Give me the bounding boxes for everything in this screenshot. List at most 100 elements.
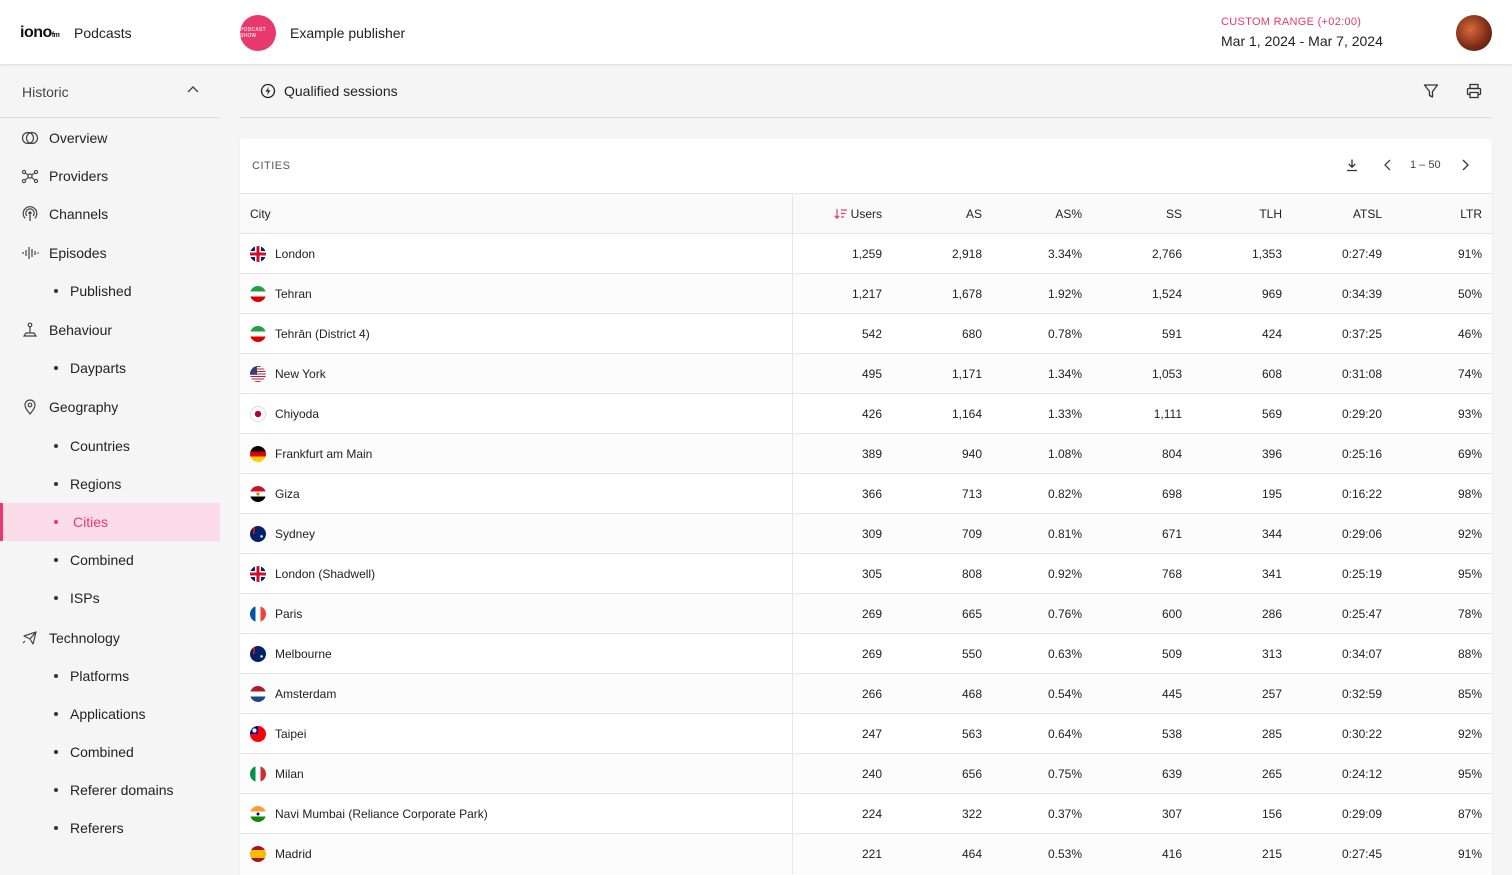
table-row[interactable]: Navi Mumbai (Reliance Corporate Park) 224… (240, 793, 1492, 834)
sidebar-item-cities[interactable]: Cities (0, 503, 220, 541)
sidebar-item-combined[interactable]: Combined (0, 733, 220, 771)
table-cell-ltr: 92% (1392, 513, 1492, 554)
table-cell-atsl: 0:29:20 (1292, 393, 1392, 434)
sidebar-item-geography[interactable]: Geography (0, 388, 220, 426)
city-name[interactable]: New York (275, 367, 326, 381)
cell-value: 69% (1457, 446, 1482, 461)
filter-icon[interactable] (1422, 82, 1440, 100)
chevron-right-icon[interactable] (1457, 157, 1473, 173)
table-row[interactable]: Tehrān (District 4) 542 680 0.78% 591 424 0:37… (240, 313, 1492, 354)
table-cell-as-pct: 0.82% (992, 473, 1092, 514)
sidebar-item-behaviour[interactable]: Behaviour (0, 311, 220, 349)
download-icon[interactable] (1344, 157, 1360, 173)
chevron-left-icon[interactable] (1380, 157, 1396, 173)
chevron-up-icon[interactable] (186, 83, 200, 97)
sidebar-item-providers[interactable]: Providers (0, 157, 220, 195)
table-row[interactable]: Melbourne 269 550 0.63% 509 313 0:34:07 88% (240, 633, 1492, 674)
table-row[interactable]: Frankfurt am Main 389 940 1.08% 804 396 0:25:1… (240, 433, 1492, 474)
column-header-ltr[interactable]: LTR (1392, 193, 1492, 234)
print-icon[interactable] (1465, 82, 1483, 100)
column-header-ss[interactable]: SS (1092, 193, 1192, 234)
brand-logo[interactable]: ionofm (20, 24, 60, 42)
column-header-users[interactable]: Users (792, 193, 892, 234)
cell-value: 698 (1161, 486, 1182, 501)
city-name[interactable]: Chiyoda (275, 407, 319, 421)
table-cell-atsl: 0:27:49 (1292, 233, 1392, 274)
city-name[interactable]: Tehrān (District 4) (275, 327, 370, 341)
column-header-label: AS (965, 206, 982, 221)
city-name[interactable]: Tehran (275, 287, 312, 301)
sidebar-item-countries[interactable]: Countries (0, 427, 220, 465)
table-cell-ltr: 95% (1392, 753, 1492, 794)
cell-value: 0.37% (1047, 806, 1082, 821)
table-row[interactable]: Giza 366 713 0.82% 698 195 0:16:22 98% (240, 473, 1492, 514)
channels-icon (21, 206, 39, 222)
table-row[interactable]: Amsterdam 266 468 0.54% 445 257 0:32:59 85% (240, 673, 1492, 714)
city-name[interactable]: London (Shadwell) (275, 567, 375, 581)
bullet-icon (54, 366, 58, 370)
column-header-label: SS (1165, 206, 1182, 221)
sidebar-item-dayparts[interactable]: Dayparts (0, 349, 220, 387)
table-cell-tlh: 215 (1192, 833, 1292, 874)
column-header-atsl[interactable]: ATSL (1292, 193, 1392, 234)
sidebar-item-platforms[interactable]: Platforms (0, 657, 220, 695)
sidebar-item-regions[interactable]: Regions (0, 465, 220, 503)
table-cell-as: 808 (892, 553, 992, 594)
city-name[interactable]: Madrid (275, 847, 312, 861)
table-cell-as-pct: 1.33% (992, 393, 1092, 434)
table-row[interactable]: Milan 240 656 0.75% 639 265 0:24:12 95% (240, 753, 1492, 794)
column-header-as-pct[interactable]: AS% (992, 193, 1092, 234)
table-row[interactable]: New York 495 1,171 1.34% 1,053 608 0:31:08 74% (240, 353, 1492, 394)
table-row[interactable]: Chiyoda 426 1,164 1.33% 1,111 569 0:29:20 93% (240, 393, 1492, 434)
city-name[interactable]: London (275, 247, 315, 261)
sidebar-item-isps[interactable]: ISPs (0, 579, 220, 617)
user-avatar[interactable] (1456, 15, 1492, 51)
table-row[interactable]: Taipei 247 563 0.64% 538 285 0:30:22 92% (240, 713, 1492, 754)
table-cell-tlh: 285 (1192, 713, 1292, 754)
cell-value: 341 (1261, 566, 1282, 581)
date-range-value[interactable]: Mar 1, 2024 - Mar 7, 2024 (1221, 33, 1383, 49)
table-cell-ss: 1,053 (1092, 353, 1192, 394)
cell-value: 3.34% (1047, 246, 1082, 261)
sidebar-item-technology[interactable]: Technology (0, 619, 220, 657)
city-name[interactable]: Milan (275, 767, 304, 781)
city-name[interactable]: Navi Mumbai (Reliance Corporate Park) (275, 807, 488, 821)
date-range-label[interactable]: CUSTOM RANGE (+02:00) (1221, 16, 1361, 28)
table-row[interactable]: London 1,259 2,918 3.34% 2,766 1,353 0:27:49 91… (240, 233, 1492, 274)
section-selector[interactable]: Historic (22, 84, 69, 100)
city-name[interactable]: Frankfurt am Main (275, 447, 372, 461)
table-row[interactable]: Tehran 1,217 1,678 1.92% 1,524 969 0:34:39 50% (240, 273, 1492, 314)
cell-value: 639 (1161, 766, 1182, 781)
table-cell-ss: 509 (1092, 633, 1192, 674)
publisher-name[interactable]: Example publisher (290, 25, 405, 41)
sidebar-item-overview[interactable]: Overview (0, 119, 220, 157)
city-name[interactable]: Melbourne (275, 647, 332, 661)
city-name[interactable]: Taipei (275, 727, 306, 741)
city-name[interactable]: Giza (275, 487, 300, 501)
metric-title[interactable]: Qualified sessions (260, 83, 398, 99)
city-name[interactable]: Sydney (275, 527, 315, 541)
sidebar-item-episodes[interactable]: Episodes (0, 234, 220, 272)
table-row[interactable]: London (Shadwell) 305 808 0.92% 768 341 0:25:1… (240, 553, 1492, 594)
column-header-as[interactable]: AS (892, 193, 992, 234)
cell-value: 0:37:25 (1341, 326, 1382, 341)
column-header-city[interactable]: City (240, 193, 793, 234)
cell-value: 969 (1261, 286, 1282, 301)
sidebar-item-channels[interactable]: Channels (0, 195, 220, 233)
sidebar-item-published[interactable]: Published (0, 272, 220, 310)
sidebar-item-referers[interactable]: Referers (0, 809, 220, 847)
table-row[interactable]: Sydney 309 709 0.81% 671 344 0:29:06 92% (240, 513, 1492, 554)
sidebar-item-label: Regions (70, 476, 122, 492)
column-header-tlh[interactable]: TLH (1192, 193, 1292, 234)
cell-value: 98% (1457, 486, 1482, 501)
city-name[interactable]: Paris (275, 607, 302, 621)
cell-value: 709 (961, 526, 982, 541)
sidebar-item-applications[interactable]: Applications (0, 695, 220, 733)
sidebar-item-combined[interactable]: Combined (0, 541, 220, 579)
sidebar-item-referer-domains[interactable]: Referer domains (0, 771, 220, 809)
publisher-avatar[interactable]: PODCAST SHOW (240, 15, 276, 51)
table-row[interactable]: Paris 269 665 0.76% 600 286 0:25:47 78% (240, 593, 1492, 634)
table-row[interactable]: Madrid 221 464 0.53% 416 215 0:27:45 91% (240, 833, 1492, 874)
city-name[interactable]: Amsterdam (275, 687, 336, 701)
cell-value: 85% (1457, 686, 1482, 701)
